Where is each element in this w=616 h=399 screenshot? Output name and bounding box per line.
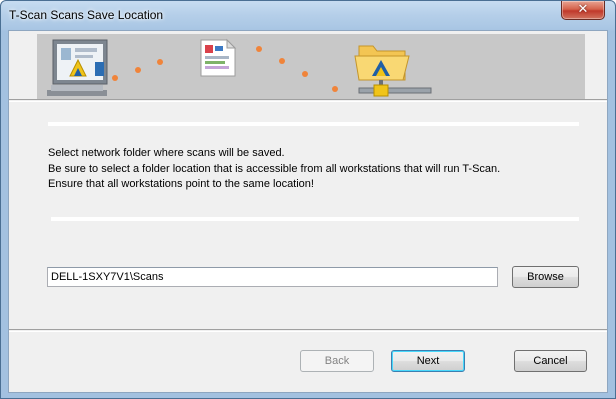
dialog-client-area: Select network folder where scans will b…: [8, 30, 608, 393]
dialog-window: T-Scan Scans Save Location ✕ Select netw…: [0, 0, 616, 399]
banner-graphic: [47, 38, 432, 97]
next-button[interactable]: Next: [391, 350, 465, 372]
wizard-banner: [37, 34, 585, 100]
footer-separator: [9, 329, 607, 332]
top-highlight-line: [48, 122, 579, 126]
progress-dot: [157, 59, 163, 65]
browse-button[interactable]: Browse: [512, 266, 579, 288]
instruction-text: Select network folder where scans will b…: [48, 146, 500, 193]
scanned-document-icon: [200, 38, 237, 77]
scanner-computer-icon: [47, 39, 108, 96]
cancel-button[interactable]: Cancel: [514, 350, 587, 372]
progress-dot: [112, 75, 118, 81]
progress-dot: [332, 86, 338, 92]
title-bar[interactable]: T-Scan Scans Save Location ✕: [1, 1, 615, 31]
window-title: T-Scan Scans Save Location: [9, 8, 164, 22]
close-button[interactable]: ✕: [561, 1, 605, 20]
progress-dot: [279, 58, 285, 64]
banner-separator: [9, 99, 607, 102]
scan-location-path-input[interactable]: [47, 267, 498, 287]
back-button[interactable]: Back: [300, 350, 374, 372]
middle-highlight-line: [51, 217, 579, 221]
instruction-line-1: Select network folder where scans will b…: [48, 147, 285, 159]
progress-dot: [256, 46, 262, 52]
progress-dot: [302, 71, 308, 77]
progress-dot: [135, 67, 141, 73]
instruction-line-3: Ensure that all workstations point to th…: [48, 178, 314, 190]
instruction-line-2: Be sure to select a folder location that…: [48, 162, 501, 175]
close-icon: ✕: [577, 2, 589, 17]
network-folder-icon: [354, 45, 432, 97]
